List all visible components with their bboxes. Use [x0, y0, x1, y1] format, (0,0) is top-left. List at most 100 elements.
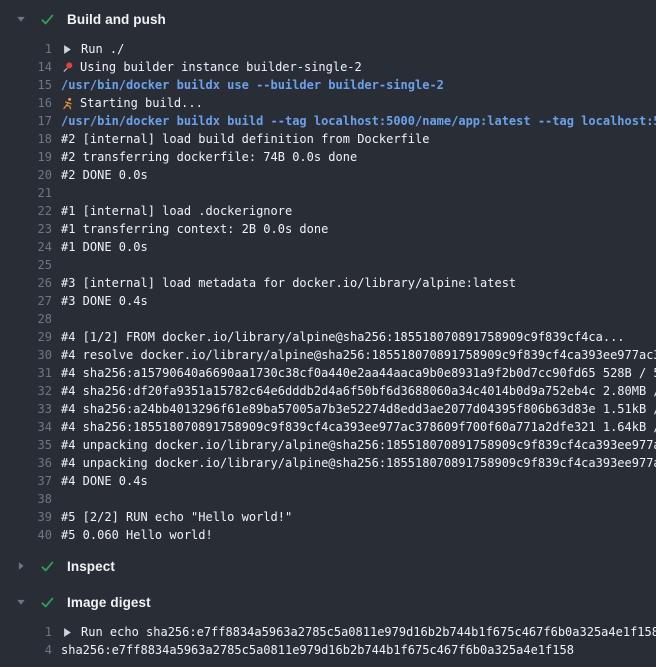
line-number[interactable]: 31	[0, 364, 52, 382]
line-number[interactable]: 23	[0, 220, 52, 238]
line-number[interactable]: 29	[0, 328, 52, 346]
group-header-image-digest[interactable]: Image digest	[0, 588, 656, 616]
log-text	[61, 256, 656, 274]
chevron-down-icon[interactable]	[15, 597, 27, 607]
log-text: Using builder instance builder-single-2	[61, 58, 656, 76]
check-icon	[40, 595, 55, 610]
log-text: #1 [internal] load .dockerignore	[61, 202, 656, 220]
log-text-value: #4 unpacking docker.io/library/alpine@sh…	[61, 454, 656, 472]
log-text-value: Using builder instance builder-single-2	[80, 58, 362, 76]
line-number[interactable]: 18	[0, 130, 52, 148]
log-text-value: #1 [internal] load .dockerignore	[61, 202, 292, 220]
chevron-right-icon[interactable]	[15, 561, 27, 571]
line-number[interactable]: 17	[0, 112, 52, 130]
line-number[interactable]: 27	[0, 292, 52, 310]
line-number[interactable]: 28	[0, 310, 52, 328]
group-title: Build and push	[67, 12, 166, 27]
pushpin-icon	[61, 61, 74, 74]
line-number[interactable]: 24	[0, 238, 52, 256]
log-line: 23 #1 transferring context: 2B 0.0s done	[0, 220, 656, 238]
log-text: #5 [2/2] RUN echo "Hello world!"	[61, 508, 656, 526]
log-text-value: #4 sha256:a15790640a6690aa1730c38cf0a440…	[61, 364, 656, 382]
log-line: 33 #4 sha256:a24bb4013296f61e89ba57005a7b…	[0, 400, 656, 418]
log-text: #4 DONE 0.4s	[61, 472, 656, 490]
line-number[interactable]: 35	[0, 436, 52, 454]
line-number[interactable]: 34	[0, 418, 52, 436]
log-line: 37 #4 DONE 0.4s	[0, 472, 656, 490]
line-number[interactable]: 20	[0, 166, 52, 184]
line-number[interactable]: 39	[0, 508, 52, 526]
log-line: 19#2 transferring dockerfile: 74B 0.0s d…	[0, 148, 656, 166]
workflow-log-panel: Build and push1Run ./14Using builder ins…	[0, 0, 656, 658]
log-line: 14 Using builder instance builder-single-…	[0, 58, 656, 76]
log-text: #4 resolve docker.io/library/alpine@sha2…	[61, 346, 656, 364]
line-number[interactable]: 36	[0, 454, 52, 472]
group-title: Inspect	[67, 559, 115, 574]
play-icon[interactable]	[63, 44, 72, 55]
log-group-image-digest: Image digest 1 Run echo sha256:e7ff8834a59…	[0, 588, 656, 667]
log-text-value: #4 resolve docker.io/library/alpine@sha2…	[61, 346, 656, 364]
group-header-build-and-push[interactable]: Build and push	[0, 5, 656, 33]
line-number[interactable]: 22	[0, 202, 52, 220]
line-number[interactable]: 32	[0, 382, 52, 400]
line-number[interactable]: 38	[0, 490, 52, 508]
log-text-value: #3 [internal] load metadata for docker.i…	[61, 274, 516, 292]
log-line: 27 #3 DONE 0.4s	[0, 292, 656, 310]
log-text-value: #1 transferring context: 2B 0.0s done	[61, 220, 328, 238]
group-title: Image digest	[67, 595, 151, 610]
log-text-value: /usr/bin/docker buildx build --tag local…	[61, 112, 656, 130]
line-number[interactable]: 21	[0, 184, 52, 202]
log-line: 36 #4 unpacking docker.io/library/alpine@…	[0, 454, 656, 472]
check-icon	[40, 12, 55, 27]
line-number[interactable]: 19	[0, 148, 52, 166]
log-line: 35 #4 unpacking docker.io/library/alpine@…	[0, 436, 656, 454]
runner-icon	[61, 97, 74, 110]
log-lines-image-digest: 1 Run echo sha256:e7ff8834a5963a2785c5a08…	[0, 616, 656, 667]
line-number[interactable]: 33	[0, 400, 52, 418]
log-line: 25	[0, 256, 656, 274]
log-text-value: #4 DONE 0.4s	[61, 472, 148, 490]
group-header-inspect[interactable]: Inspect	[0, 552, 656, 580]
log-text-value: sha256:e7ff8834a5963a2785c5a0811e979d16b…	[61, 641, 574, 659]
log-text-value: Run echo sha256:e7ff8834a5963a2785c5a081…	[81, 623, 656, 641]
log-text	[61, 490, 656, 508]
log-text-value: #4 sha256:df20fa9351a15782c64e6dddb2d4a6…	[61, 382, 656, 400]
log-text: #5 0.060 Hello world!	[61, 526, 656, 544]
log-text-value: #4 sha256:a24bb4013296f61e89ba57005a7b3e…	[61, 400, 656, 418]
log-text: #4 unpacking docker.io/library/alpine@sh…	[61, 436, 656, 454]
log-text-value: #3 DONE 0.4s	[61, 292, 148, 310]
log-line: 15/usr/bin/docker buildx use --builder b…	[0, 76, 656, 94]
log-text: #2 [internal] load build definition from…	[61, 130, 656, 148]
line-number[interactable]: 25	[0, 256, 52, 274]
play-icon[interactable]	[63, 627, 72, 638]
log-text: #4 sha256:df20fa9351a15782c64e6dddb2d4a6…	[61, 382, 656, 400]
line-number[interactable]: 30	[0, 346, 52, 364]
line-number[interactable]: 15	[0, 76, 52, 94]
line-number[interactable]: 4	[0, 641, 52, 659]
line-number[interactable]: 26	[0, 274, 52, 292]
log-text-value: Starting build...	[80, 94, 203, 112]
log-text: #4 unpacking docker.io/library/alpine@sh…	[61, 454, 656, 472]
log-text: #1 DONE 0.0s	[61, 238, 656, 256]
log-line: 40 #5 0.060 Hello world!	[0, 526, 656, 544]
line-number[interactable]: 16	[0, 94, 52, 112]
log-text-value: #5 [2/2] RUN echo "Hello world!"	[61, 508, 292, 526]
line-number[interactable]: 40	[0, 526, 52, 544]
log-text: #4 [1/2] FROM docker.io/library/alpine@s…	[61, 328, 656, 346]
log-line: 38	[0, 490, 656, 508]
log-text-value: #4 unpacking docker.io/library/alpine@sh…	[61, 436, 656, 454]
log-line: 30 #4 resolve docker.io/library/alpine@sh…	[0, 346, 656, 364]
log-line: 18 #2 [internal] load build definition fr…	[0, 130, 656, 148]
line-number[interactable]: 37	[0, 472, 52, 490]
log-text	[61, 310, 656, 328]
log-line: 20 #2 DONE 0.0s	[0, 166, 656, 184]
log-group-inspect: Inspect	[0, 552, 656, 580]
chevron-down-icon[interactable]	[15, 14, 27, 24]
line-number[interactable]: 1	[0, 623, 52, 641]
log-line: 22 #1 [internal] load .dockerignore	[0, 202, 656, 220]
log-text: #2 DONE 0.0s	[61, 166, 656, 184]
log-line: 26 #3 [internal] load metadata for docker…	[0, 274, 656, 292]
line-number[interactable]: 14	[0, 58, 52, 76]
log-line: 1Run ./	[0, 40, 656, 58]
line-number[interactable]: 1	[0, 40, 52, 58]
